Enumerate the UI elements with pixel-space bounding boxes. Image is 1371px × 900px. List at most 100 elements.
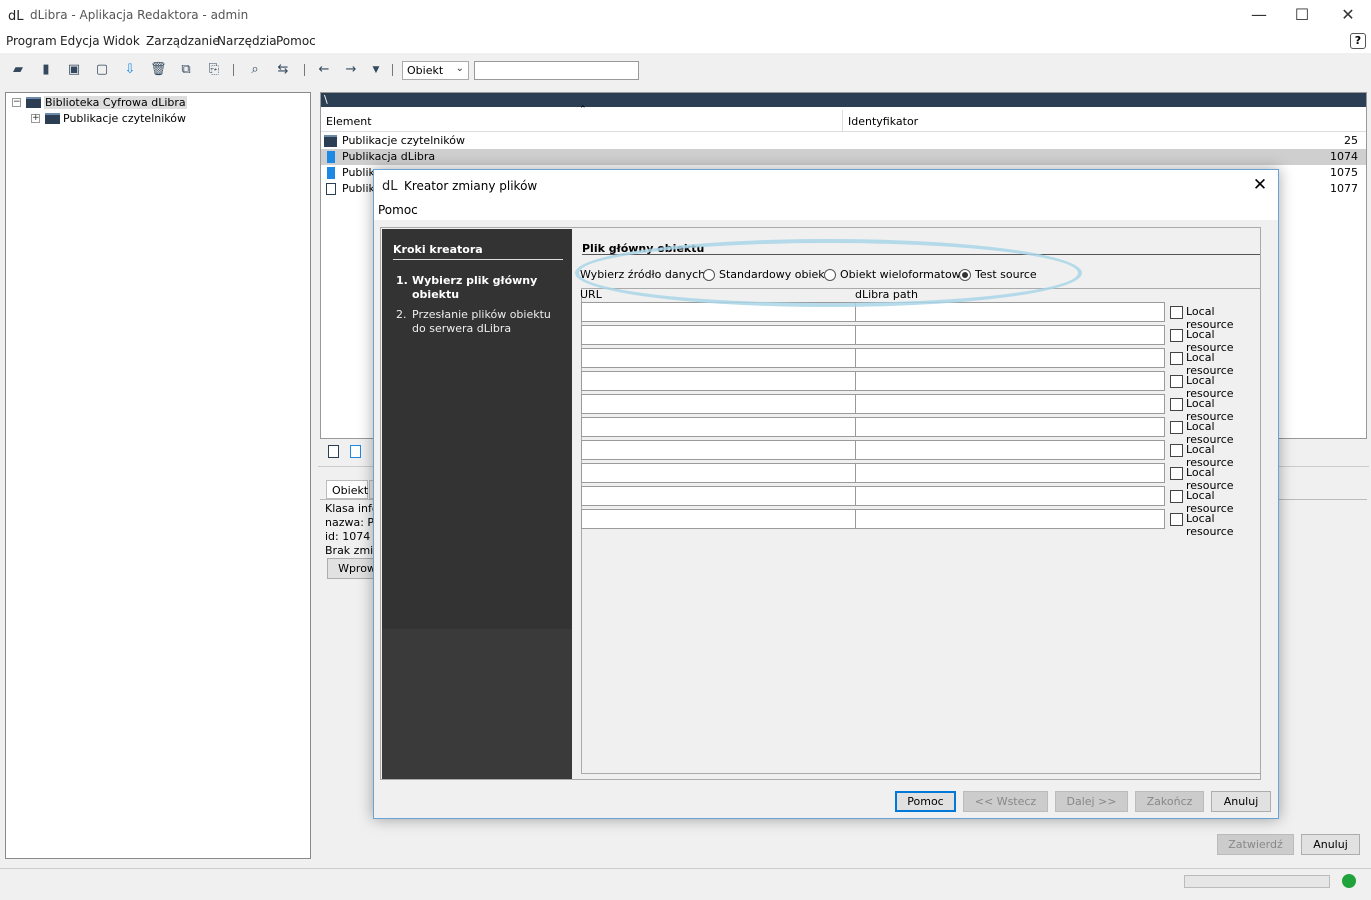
local-resource-checkbox[interactable] [1170,375,1183,388]
cut-icon[interactable]: ⧉ [178,62,194,78]
new-publication-icon[interactable]: ▮ [38,62,54,78]
path-input[interactable] [855,440,1165,460]
url-input[interactable] [581,348,856,368]
help-icon[interactable]: ? [1350,33,1366,49]
import-icon[interactable]: ⇩ [122,62,138,78]
radio-test-source-label[interactable]: Test source [975,268,1037,281]
column-header-identyfikator[interactable]: Identyfikator [848,115,918,128]
dialog-cancel-button[interactable]: Anuluj [1211,791,1271,812]
section-divider [582,254,1260,255]
collapse-icon[interactable]: − [12,98,21,107]
url-input[interactable] [581,371,856,391]
path-input[interactable] [855,509,1165,529]
radio-multiformat[interactable] [824,269,836,281]
path-input[interactable] [855,463,1165,483]
table-row[interactable]: Publikacje czytelników 25 [321,133,1366,149]
menu-zarzadzanie[interactable]: Zarządzanie [146,34,220,48]
new-group-icon[interactable]: ▣ [66,62,82,78]
row-id: 25 [1344,134,1358,147]
forward-arrow-icon[interactable]: → [343,62,359,78]
menu-program[interactable]: Program [6,34,57,48]
dialog-menu-pomoc[interactable]: Pomoc [378,203,418,217]
next-button[interactable]: Dalej >> [1055,791,1128,812]
local-resource-checkbox[interactable] [1170,467,1183,480]
url-input[interactable] [581,509,856,529]
url-input[interactable] [581,486,856,506]
path-input[interactable] [855,371,1165,391]
path-input[interactable] [855,394,1165,414]
url-input[interactable] [581,302,856,322]
radio-standard[interactable] [703,269,715,281]
step-number: 1. [396,274,408,287]
local-resource-checkbox[interactable] [1170,306,1183,319]
tree-item-child[interactable]: Publikacje czytelników [63,112,186,125]
local-resource-checkbox[interactable] [1170,398,1183,411]
new-planned-icon[interactable]: ▢ [94,62,110,78]
collection-tree: − Biblioteka Cyfrowa dLibra + Publikacje… [5,92,311,859]
local-resource-checkbox[interactable] [1170,421,1183,434]
menu-edycja[interactable]: Edycja [60,34,100,48]
sync-icon[interactable]: ⇆ [275,62,291,78]
radio-multiformat-label[interactable]: Obiekt wieloformatowy [840,268,967,281]
toolbar-separator [392,64,393,76]
maximize-button[interactable]: ☐ [1279,0,1325,31]
detail-line: id: 1074 [325,530,371,543]
local-resource-checkbox[interactable] [1170,513,1183,526]
add-file-icon[interactable] [328,445,339,458]
local-resource-checkbox[interactable] [1170,444,1183,457]
column-header-element[interactable]: Element [326,115,372,128]
dialog-close-button[interactable]: ✕ [1250,174,1270,196]
tree-item-root[interactable]: Biblioteka Cyfrowa dLibra [44,96,187,109]
new-collection-icon[interactable]: ▰ [10,62,26,78]
row-id: 1077 [1330,182,1358,195]
object-type-select[interactable]: Obiekt ⌄ [402,61,469,80]
path-input[interactable] [855,417,1165,437]
menu-narzedzia[interactable]: Narzędzia [217,34,277,48]
sort-up-icon: ⌃ [579,105,587,115]
url-input[interactable] [581,440,856,460]
table-row[interactable]: Publikacja dLibra 1074 [321,149,1366,165]
paste-icon[interactable]: ⎘ [206,62,222,78]
local-resource-checkbox[interactable] [1170,329,1183,342]
minimize-button[interactable]: — [1236,0,1282,31]
wizard-body: Kroki kreatora 1. Wybierz plik główny ob… [380,227,1261,780]
menu-bar: Program Edycja Widok Zarządzanie Narzędz… [0,31,1371,53]
dialog-titlebar: dL Kreator zmiany plików ✕ [374,170,1278,201]
url-input[interactable] [581,417,856,437]
url-input[interactable] [581,394,856,414]
history-dropdown-icon[interactable]: ▼ [368,62,384,78]
local-resource-checkbox[interactable] [1170,490,1183,503]
search-icon[interactable]: ⌕ [247,62,263,78]
dialog-title: Kreator zmiany plików [404,179,538,193]
url-input[interactable] [581,463,856,483]
toolbar-separator [304,64,305,76]
path-bar: \ [321,93,1366,107]
row-name: Publikacja dLibra [342,150,436,163]
menu-pomoc[interactable]: Pomoc [276,34,316,48]
path-input[interactable] [855,486,1165,506]
back-button[interactable]: << Wstecz [963,791,1048,812]
path-input[interactable] [855,302,1165,322]
tab-obiekt[interactable]: Obiekt [326,480,368,499]
close-button[interactable]: ✕ [1325,0,1371,31]
search-input[interactable] [474,61,639,80]
toolbar: ▰ ▮ ▣ ▢ ⇩ 🗑 ⧉ ⎘ ⌕ ⇆ ← → ▼ Obiekt ⌄ [0,58,1371,84]
finish-button[interactable]: Zakończ [1135,791,1204,812]
url-input[interactable] [581,325,856,345]
dialog-help-button[interactable]: Pomoc [895,791,956,812]
path-input[interactable] [855,325,1165,345]
delete-icon[interactable]: 🗑 [150,62,167,78]
confirm-button[interactable]: Zatwierdź [1217,834,1294,855]
back-arrow-icon[interactable]: ← [316,62,332,78]
local-resource-checkbox[interactable] [1170,352,1183,365]
expand-icon[interactable]: + [31,114,40,123]
local-resource-label[interactable]: Local resource [1186,512,1260,538]
remove-file-icon[interactable] [350,445,361,458]
radio-test-source[interactable] [959,269,971,281]
radio-standard-label[interactable]: Standardowy obiekt [719,268,829,281]
step-label: Przesłanie plików obiektu do serwera dLi… [412,308,551,335]
svg-text:dL: dL [382,179,398,193]
menu-widok[interactable]: Widok [103,34,140,48]
cancel-main-button[interactable]: Anuluj [1301,834,1360,855]
path-input[interactable] [855,348,1165,368]
